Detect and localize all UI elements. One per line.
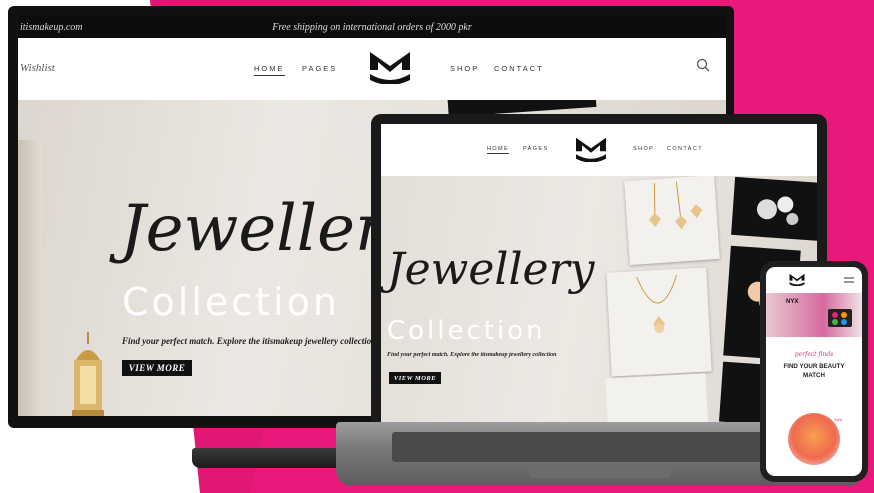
phone-script-text: perfect finds — [794, 351, 834, 358]
mobile-phone: NYX perfect finds FIND YOUR BEAUTY MATCH… — [760, 261, 868, 482]
logo-mark[interactable] — [788, 273, 806, 286]
palette-icon — [828, 309, 852, 327]
announcement-bar: itismakeup.com Free shipping on internat… — [18, 16, 726, 38]
nav-contact[interactable]: CONTACT — [494, 64, 544, 73]
product-photo-earrings — [624, 176, 720, 266]
laptop-trackpad — [530, 464, 670, 478]
nav-shop[interactable]: SHOP — [633, 146, 654, 152]
arch-decoration — [18, 140, 42, 416]
phone-title-line1: FIND YOUR BEAUTY — [783, 363, 845, 370]
phone-header — [766, 267, 862, 293]
phone-promo-banner[interactable]: NYX — [766, 293, 862, 337]
logo-mark[interactable] — [366, 50, 414, 84]
desktop-header: Wishlist HOME PAGES SHOP CONTACT — [18, 38, 726, 100]
shipping-promo: Free shipping on international orders of… — [272, 21, 472, 33]
hero-script-title: Jewellery — [387, 244, 595, 295]
hero-tagline: Find your perfect match. Explore the iti… — [122, 336, 372, 346]
laptop-screen: HOME PAGES SHOP CONTACT Jewellery Collec… — [381, 124, 817, 424]
nav-contact[interactable]: CONTACT — [667, 146, 703, 152]
search-icon[interactable] — [696, 58, 710, 72]
lantern-image — [72, 332, 104, 416]
product-photo-dark — [731, 176, 817, 242]
hero-collection-title: Collection — [387, 316, 546, 346]
phone-screen: NYX perfect finds FIND YOUR BEAUTY MATCH… — [766, 267, 862, 476]
laptop-hero-banner: Jewellery Collection Find your perfect m… — [381, 176, 817, 424]
nav-home[interactable]: HOME — [487, 146, 510, 154]
nav-shop[interactable]: SHOP — [450, 64, 479, 73]
laptop-keyboard — [392, 432, 808, 462]
nav-pages[interactable]: PAGES — [302, 64, 337, 73]
laptop-device: HOME PAGES SHOP CONTACT Jewellery Collec… — [371, 114, 827, 424]
product-photo-bottom — [605, 373, 709, 424]
product-photo-necklace — [606, 267, 712, 377]
hero-collection-title: Collection — [122, 280, 340, 324]
sale-badge: Sale — [834, 417, 843, 422]
hero-tagline: Find your perfect match. Explore the iti… — [387, 352, 557, 358]
view-more-button[interactable]: VIEW MORE — [389, 372, 441, 384]
logo-mark[interactable] — [573, 136, 609, 162]
view-more-button[interactable]: VIEW MORE — [122, 360, 192, 376]
phone-product-image[interactable] — [788, 413, 840, 465]
nav-home[interactable]: HOME — [254, 64, 285, 76]
banner-brand: NYX — [786, 299, 799, 305]
site-url[interactable]: itismakeup.com — [18, 22, 138, 33]
phone-title-line2: MATCH — [803, 372, 825, 379]
wishlist-link[interactable]: Wishlist — [20, 62, 55, 74]
laptop-header: HOME PAGES SHOP CONTACT — [381, 124, 817, 176]
menu-icon[interactable] — [844, 277, 854, 283]
nav-pages[interactable]: PAGES — [523, 146, 549, 152]
